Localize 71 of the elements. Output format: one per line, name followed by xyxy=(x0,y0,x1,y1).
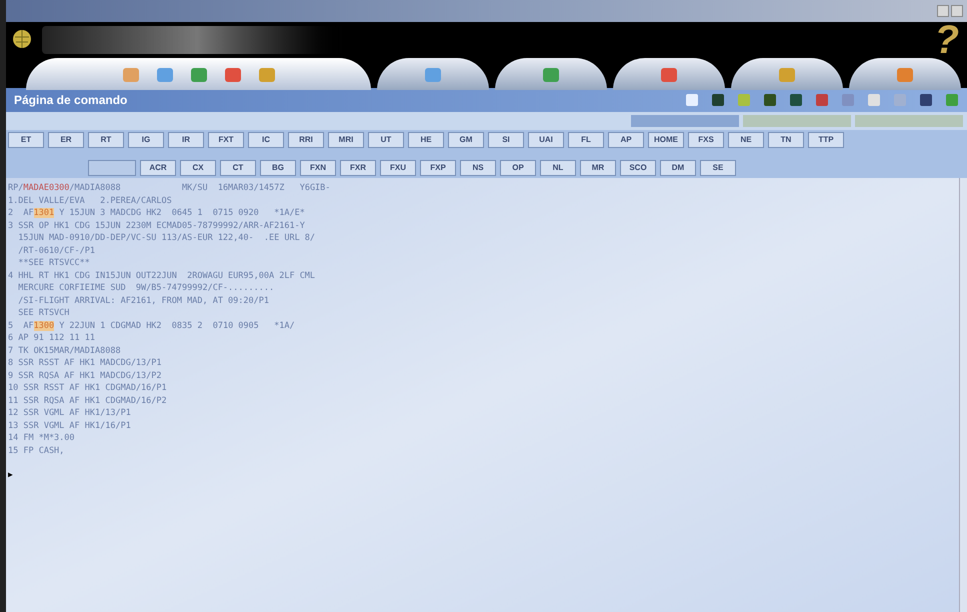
terminal-line: MERCURE CORFIEIME SUD 9W/B5-74799992/CF-......... xyxy=(17,282,276,294)
command-button[interactable]: HE xyxy=(408,132,444,148)
toolbar-icon[interactable] xyxy=(815,93,829,107)
command-button[interactable]: DM xyxy=(660,160,696,176)
toolbar-icon[interactable] xyxy=(789,93,803,107)
terminal-line: 4 HHL RT HK1 CDG IN15JUN OUT22JUN 2ROWAGU EUR95,00A 2LF CML xyxy=(8,270,316,282)
command-button[interactable]: MRI xyxy=(328,132,364,148)
command-button[interactable]: UT xyxy=(368,132,404,148)
terminal-line: 11 SSR RQSA AF HK1 CDGMAD/16/P2 xyxy=(8,394,168,407)
terminal-line: 15 FP CASH, xyxy=(8,444,66,457)
terminal-line: 14 FM *M*3.00 xyxy=(8,432,76,444)
terminal-line: RP/MADAE0300/MADIA8088 MK/SU 16MAR03/1457Z Y6GIB- xyxy=(8,182,332,194)
command-button[interactable]: UAI xyxy=(528,132,564,148)
command-button[interactable]: RRI xyxy=(288,132,324,148)
terminal-line: 7 TK OK15MAR/MADIA8088 xyxy=(8,344,122,357)
command-button[interactable]: TTP xyxy=(808,132,844,148)
command-button[interactable]: RT xyxy=(88,132,124,148)
terminal-line: /SI-FLIGHT ARRIVAL: AF2161, FROM MAD, AT 09:20/P1 xyxy=(17,294,270,307)
minimize-button[interactable] xyxy=(937,5,949,17)
command-button[interactable]: SI xyxy=(488,132,524,148)
maximize-button[interactable] xyxy=(951,5,963,17)
toolbar-icon[interactable] xyxy=(763,93,777,107)
terminal-line: 12 SSR VGML AF HK1/13/P1 xyxy=(8,407,132,420)
prompt-cursor: ▶ xyxy=(8,470,13,479)
blank-button[interactable] xyxy=(88,160,136,176)
command-button[interactable]: MR xyxy=(580,160,616,176)
terminal-line: 2 AF1301 Y 15JUN 3 MADCDG HK2 0645 1 0715 0920 *1A/E* xyxy=(8,207,306,220)
command-button[interactable]: FL xyxy=(568,132,604,148)
scrollbar[interactable] xyxy=(959,178,967,612)
command-button[interactable]: TN xyxy=(768,132,804,148)
command-button[interactable]: FXT xyxy=(208,132,244,148)
command-button[interactable]: FXN xyxy=(300,160,336,176)
terminal-line: 10 SSR RSST AF HK1 CDGMAD/16/P1 xyxy=(8,382,168,394)
terminal-line: 1.DEL VALLE/EVA 2.PEREA/CARLOS xyxy=(8,194,173,207)
command-button[interactable]: CX xyxy=(180,160,216,176)
toolbar-icon[interactable] xyxy=(711,93,725,107)
command-button[interactable]: AP xyxy=(608,132,644,148)
command-button[interactable]: FXP xyxy=(420,160,456,176)
command-button[interactable]: ER xyxy=(48,132,84,148)
terminal-line: 8 SSR RSST AF HK1 MADCDG/13/P1 xyxy=(8,357,163,370)
command-button[interactable]: FXS xyxy=(688,132,724,148)
command-button[interactable]: HOME xyxy=(648,132,684,148)
command-button[interactable]: FXR xyxy=(340,160,376,176)
command-button[interactable]: NS xyxy=(460,160,496,176)
command-button[interactable]: SCO xyxy=(620,160,656,176)
terminal-line: 15JUN MAD-0910/DD-DEP/VC-SU 113/AS-EUR 122,40- .EE URL 8/ xyxy=(17,232,316,244)
toolbar-icon[interactable] xyxy=(919,93,933,107)
command-button[interactable]: ET xyxy=(8,132,44,148)
terminal-line: 5 AF1300 Y 22JUN 1 CDGMAD HK2 0835 2 0710 0905 *1A/ xyxy=(8,320,296,332)
command-button[interactable]: IC xyxy=(248,132,284,148)
toolbar-icon[interactable] xyxy=(685,93,699,107)
command-button[interactable]: CT xyxy=(220,160,256,176)
command-button[interactable]: ACR xyxy=(140,160,176,176)
command-button[interactable]: IR xyxy=(168,132,204,148)
terminal-line: 13 SSR VGML AF HK1/16/P1 xyxy=(8,420,132,432)
command-button[interactable]: BG xyxy=(260,160,296,176)
page-title: Página de comando xyxy=(14,92,128,109)
command-button[interactable]: IG xyxy=(128,132,164,148)
command-button[interactable]: FXU xyxy=(380,160,416,176)
command-button[interactable]: NE xyxy=(728,132,764,148)
terminal-line: SEE RTSVCH xyxy=(17,307,70,320)
terminal-line: 6 AP 91 112 11 11 xyxy=(8,332,96,344)
command-button[interactable]: SE xyxy=(700,160,736,176)
help-icon[interactable]: ? xyxy=(934,20,963,60)
command-button[interactable]: GM xyxy=(448,132,484,148)
terminal-line: /RT-0610/CF-/P1 xyxy=(17,244,96,257)
command-button[interactable]: OP xyxy=(500,160,536,176)
terminal-line: 9 SSR RQSA AF HK1 MADCDG/13/P2 xyxy=(8,370,163,382)
terminal-line: **SEE RTSVCC** xyxy=(17,257,91,270)
command-button[interactable]: NL xyxy=(540,160,576,176)
terminal-line: 3 SSR OP HK1 CDG 15JUN 2230M ECMAD05-78799992/ARR-AF2161-Y xyxy=(8,220,306,232)
